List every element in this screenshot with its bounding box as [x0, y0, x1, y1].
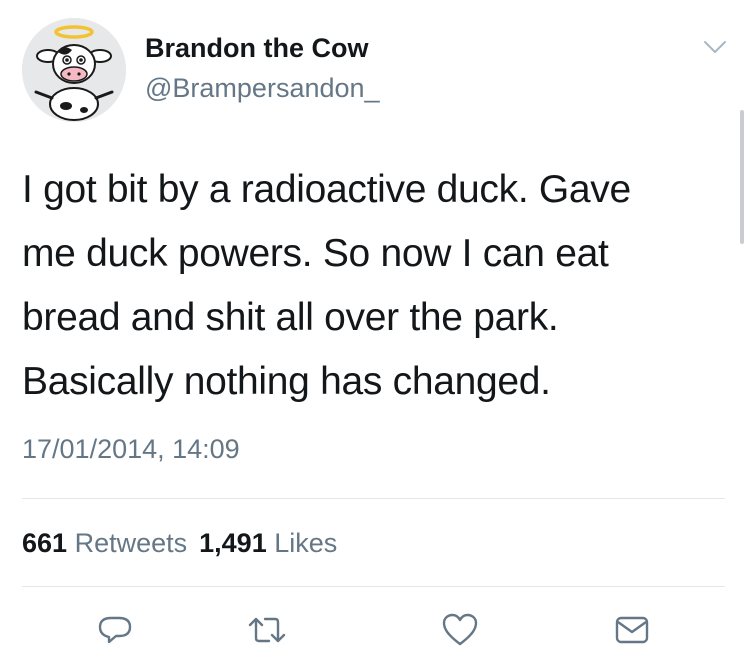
avatar[interactable] — [22, 18, 126, 122]
tweet-text-line: I got bit by a radioactive duck. Gave — [22, 168, 631, 211]
tweet-text-line: Basically nothing has changed. — [22, 360, 551, 403]
heart-icon — [442, 613, 478, 646]
cow-angel-avatar-icon — [22, 18, 126, 122]
tweet-text: I got bit by a radioactive duck. Gave me… — [22, 158, 722, 414]
reply-icon — [98, 616, 132, 644]
retweet-icon — [248, 617, 286, 643]
divider — [22, 586, 725, 587]
like-button[interactable] — [438, 608, 482, 652]
author-handle[interactable]: @Brampersandon_ — [145, 73, 380, 104]
tweet-timestamp: 17/01/2014, 14:09 — [22, 434, 240, 464]
author-display-name[interactable]: Brandon the Cow — [145, 33, 369, 64]
divider — [22, 498, 725, 499]
retweets-stat[interactable]: 661 Retweets — [22, 528, 187, 558]
envelope-icon — [615, 616, 649, 644]
direct-message-button[interactable] — [610, 608, 654, 652]
retweets-label: Retweets — [74, 528, 188, 558]
likes-count: 1,491 — [199, 528, 267, 558]
tweet-stats: 661 Retweets 1,491 Likes — [22, 528, 337, 559]
chevron-down-icon — [704, 41, 726, 53]
retweet-button[interactable] — [245, 608, 289, 652]
likes-label: Likes — [274, 528, 338, 558]
tweet-text-line: me duck powers. So now I can eat — [22, 232, 609, 275]
retweets-count: 661 — [22, 528, 68, 558]
likes-stat[interactable]: 1,491 Likes — [199, 528, 337, 558]
tweet-detail: Brandon the Cow @Brampersandon_ I got bi… — [0, 0, 750, 664]
reply-button[interactable] — [93, 608, 137, 652]
tweet-menu-button[interactable] — [703, 39, 727, 55]
scrollbar[interactable] — [740, 110, 744, 244]
tweet-text-line: bread and shit all over the park. — [22, 296, 559, 339]
